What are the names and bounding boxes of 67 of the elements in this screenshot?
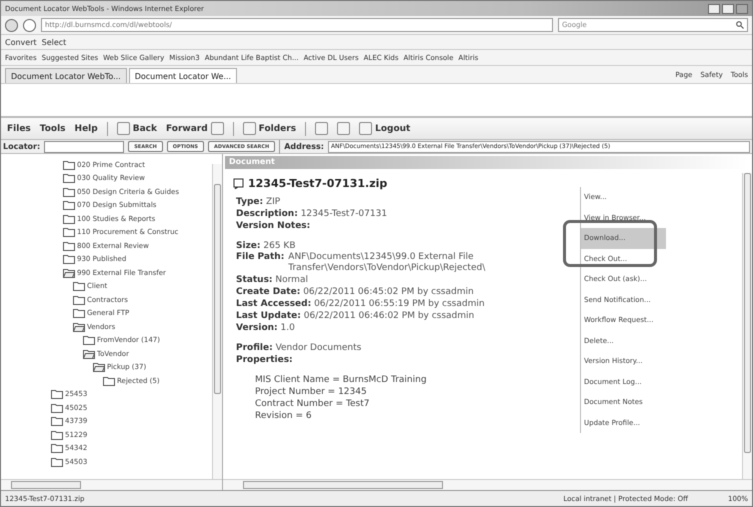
folder-icon [51,416,63,426]
back-button[interactable] [5,18,18,32]
property-text: Revision = 6 [254,410,313,422]
folder-icon [63,240,75,251]
property-text: MIS Client Name = BurnsMcD Training [254,374,428,386]
folder-icon [63,186,75,197]
folder-icon [51,402,63,413]
field-text: Properties: [235,354,294,366]
toolbar-icon[interactable] [337,122,350,135]
folder-icon [83,335,95,346]
folder-icon [73,294,85,305]
folder-icon [51,456,63,467]
toolbar-icon[interactable] [315,122,328,135]
file-name: 12345-Test7-07131.zip [248,177,388,190]
browser-tab[interactable]: Document Locator WebTo... [5,68,127,83]
minimize-button[interactable] [708,4,720,14]
address-label: Address: [284,142,324,151]
logout-button[interactable]: Logout [359,122,410,135]
scrollbar[interactable] [742,173,752,479]
document-icon [233,178,244,189]
browser-tab[interactable]: Document Locator We... [128,68,238,83]
locator-field[interactable] [44,140,124,152]
menu-item[interactable]: Help [74,124,98,134]
folder-icon [63,173,75,184]
folder-icon [51,389,63,400]
folder-icon [103,376,115,386]
close-button[interactable] [736,4,748,14]
folder-icon [63,214,75,224]
field-text: Type: ZIP [235,196,282,208]
folder-icon [51,443,63,454]
open-folder-icon [83,348,95,359]
folder-icon [73,308,85,318]
forward-button[interactable] [23,18,36,32]
open-folder-icon [63,268,75,278]
forward-button[interactable]: Forward [166,122,224,135]
field-text: Profile: Vendor Documents [235,342,362,354]
property-text: Project Number = 12345 [254,386,368,398]
field-text: Version: 1.0 [235,322,296,334]
open-folder-icon [93,362,105,372]
property-text: Contract Number = Test7 [254,398,370,410]
scrollbar[interactable] [223,479,752,490]
locator-label: Locator: [3,142,40,151]
back-button[interactable]: Back [116,122,157,135]
folder-icon [63,227,75,238]
field-text: Version Notes: [235,220,312,232]
field-text: Size: 265 KB [235,240,297,252]
field-text: Status: Normal [235,274,309,286]
field-text: Description: 12345-Test7-07131 [235,208,388,220]
folder-icon [63,200,75,210]
field-text: File Path: ANF\Documents\12345\99.0 External File Transfer\Vendors\ToVendor\Pickup\Rejected\ [235,252,486,274]
search-icon[interactable] [736,21,744,29]
open-folder-icon [73,322,85,332]
folder-icon [63,160,75,170]
folders-button[interactable]: Folders [242,122,296,135]
folder-icon [73,281,85,292]
field-text: Last Accessed: 06/22/2011 06:55:19 PM by cssadmin [235,298,486,310]
field-text: Create Date: 06/22/2011 06:45:02 PM by cssadmin [235,286,475,298]
folder-icon [51,430,63,440]
toolbar-button[interactable]: Select [42,38,66,46]
scrollbar[interactable] [1,479,222,490]
toolbar-button[interactable]: Convert [5,38,37,46]
field-text: Last Update: 06/22/2011 06:46:02 PM by cssadmin [235,310,476,322]
scrollbar[interactable] [212,164,222,479]
menu-item[interactable]: Tools [40,124,66,134]
maximize-button[interactable] [722,4,734,14]
menu-item[interactable]: Files [7,124,31,134]
folder-icon [63,254,75,264]
